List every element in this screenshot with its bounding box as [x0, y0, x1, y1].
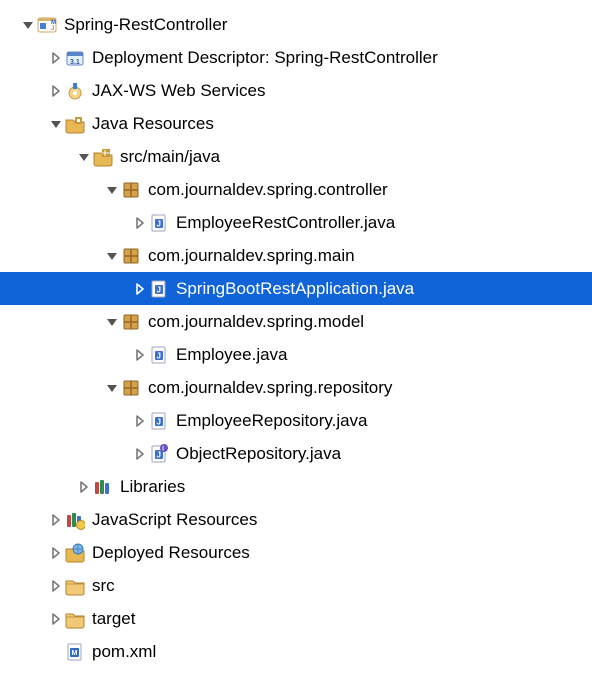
- svg-text:J: J: [51, 26, 54, 32]
- project-explorer-tree: M J Spring-RestController 3.1 Deployment D…: [0, 8, 592, 668]
- libraries-icon: [92, 476, 114, 498]
- tree-item[interactable]: target: [0, 602, 592, 635]
- webxml-icon: 3.1: [64, 47, 86, 69]
- collapse-arrow-icon[interactable]: [104, 185, 120, 195]
- tree-item[interactable]: com.journaldev.spring.repository: [0, 371, 592, 404]
- svg-text:J: J: [157, 285, 161, 294]
- svg-text:J: J: [157, 450, 161, 459]
- javares-icon: [64, 113, 86, 135]
- expand-arrow-icon[interactable]: [132, 283, 148, 295]
- javaiface-icon: J I: [148, 443, 170, 465]
- collapse-arrow-icon[interactable]: [104, 383, 120, 393]
- tree-item[interactable]: J EmployeeRepository.java: [0, 404, 592, 437]
- tree-item-label: Deployment Descriptor: Spring-RestContro…: [92, 49, 438, 66]
- tree-item[interactable]: Deployed Resources: [0, 536, 592, 569]
- tree-item[interactable]: JavaScript Resources: [0, 503, 592, 536]
- package-icon: [120, 311, 142, 333]
- collapse-arrow-icon[interactable]: [104, 251, 120, 261]
- svg-text:J: J: [157, 417, 161, 426]
- deployed-icon: [64, 542, 86, 564]
- javafile-icon: J: [148, 212, 170, 234]
- tree-item-label: com.journaldev.spring.controller: [148, 181, 388, 198]
- collapse-arrow-icon[interactable]: [48, 119, 64, 129]
- tree-item-label: Libraries: [120, 478, 185, 495]
- tree-item[interactable]: J SpringBootRestApplication.java: [0, 272, 592, 305]
- tree-item[interactable]: com.journaldev.spring.model: [0, 305, 592, 338]
- folder-icon: [64, 608, 86, 630]
- svg-text:M: M: [72, 650, 78, 657]
- tree-item[interactable]: J EmployeeRestController.java: [0, 206, 592, 239]
- tree-item-label: com.journaldev.spring.model: [148, 313, 364, 330]
- expand-arrow-icon[interactable]: [132, 448, 148, 460]
- tree-item[interactable]: src: [0, 569, 592, 602]
- package-icon: [120, 377, 142, 399]
- tree-item[interactable]: J I ObjectRepository.java: [0, 437, 592, 470]
- tree-item-label: src/main/java: [120, 148, 220, 165]
- expand-arrow-icon[interactable]: [48, 613, 64, 625]
- tree-item-label: SpringBootRestApplication.java: [176, 280, 414, 297]
- package-icon: [120, 245, 142, 267]
- expand-arrow-icon[interactable]: [48, 547, 64, 559]
- tree-item-label: EmployeeRepository.java: [176, 412, 368, 429]
- tree-item-label: JavaScript Resources: [92, 511, 257, 528]
- srcfolder-icon: [92, 146, 114, 168]
- tree-item[interactable]: Java Resources: [0, 107, 592, 140]
- jslib-icon: [64, 509, 86, 531]
- expand-arrow-icon[interactable]: [48, 52, 64, 64]
- pom-icon: M: [64, 641, 86, 663]
- package-icon: [120, 179, 142, 201]
- tree-item-label: src: [92, 577, 115, 594]
- expand-arrow-icon[interactable]: [48, 580, 64, 592]
- tree-item[interactable]: src/main/java: [0, 140, 592, 173]
- tree-item-label: target: [92, 610, 135, 627]
- tree-item[interactable]: Mpom.xml: [0, 635, 592, 668]
- expand-arrow-icon[interactable]: [76, 481, 92, 493]
- expand-arrow-icon[interactable]: [48, 514, 64, 526]
- expand-arrow-icon[interactable]: [132, 217, 148, 229]
- project-icon: M J: [36, 14, 58, 36]
- expand-arrow-icon[interactable]: [132, 415, 148, 427]
- tree-item[interactable]: Libraries: [0, 470, 592, 503]
- expand-arrow-icon[interactable]: [48, 85, 64, 97]
- tree-item-label: Employee.java: [176, 346, 288, 363]
- tree-item[interactable]: M J Spring-RestController: [0, 8, 592, 41]
- javafile-icon: J: [148, 410, 170, 432]
- tree-item[interactable]: JAX-WS Web Services: [0, 74, 592, 107]
- tree-item-label: com.journaldev.spring.repository: [148, 379, 392, 396]
- svg-text:J: J: [157, 351, 161, 360]
- folder-icon: [64, 575, 86, 597]
- tree-item-label: EmployeeRestController.java: [176, 214, 395, 231]
- svg-text:J: J: [157, 219, 161, 228]
- tree-item-label: com.journaldev.spring.main: [148, 247, 355, 264]
- tree-item-label: Spring-RestController: [64, 16, 227, 33]
- tree-item-label: ObjectRepository.java: [176, 445, 341, 462]
- collapse-arrow-icon[interactable]: [20, 20, 36, 30]
- tree-item-label: JAX-WS Web Services: [92, 82, 266, 99]
- tree-item-label: pom.xml: [92, 643, 156, 660]
- collapse-arrow-icon[interactable]: [104, 317, 120, 327]
- tree-item[interactable]: 3.1 Deployment Descriptor: Spring-RestCon…: [0, 41, 592, 74]
- jaxws-icon: [64, 80, 86, 102]
- expand-arrow-icon[interactable]: [132, 349, 148, 361]
- tree-item[interactable]: com.journaldev.spring.main: [0, 239, 592, 272]
- tree-item-label: Java Resources: [92, 115, 214, 132]
- javafile-icon: J: [148, 344, 170, 366]
- tree-item[interactable]: J Employee.java: [0, 338, 592, 371]
- javafile-icon: J: [148, 278, 170, 300]
- svg-text:3.1: 3.1: [70, 59, 80, 66]
- tree-item[interactable]: com.journaldev.spring.controller: [0, 173, 592, 206]
- tree-item-label: Deployed Resources: [92, 544, 250, 561]
- collapse-arrow-icon[interactable]: [76, 152, 92, 162]
